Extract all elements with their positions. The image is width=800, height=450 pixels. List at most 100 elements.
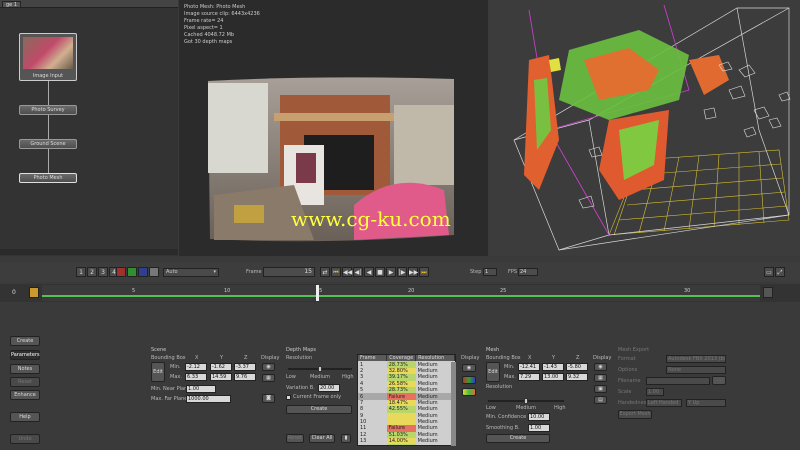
options-select[interactable]: None [666,366,726,374]
far-plane-field[interactable]: 1000.00 [186,395,231,403]
mesh-display-wire-icon[interactable]: ▤ [594,396,607,404]
go-start-icon[interactable]: ⏮ [331,267,341,277]
confidence-field[interactable]: 10.00 [528,413,550,421]
export-mesh-button[interactable]: Export Mesh [618,410,652,419]
depth-resolution-slider[interactable] [288,366,352,372]
mesh-display-grid-icon[interactable]: ▦ [594,374,607,382]
depth-reset-button[interactable]: Reset [286,434,304,443]
slider-knob[interactable] [524,398,528,404]
depth-display-gradient-icon[interactable] [462,388,476,396]
mesh-display-eye-icon[interactable]: ◉ [594,363,607,371]
fast-forward-icon[interactable]: ▶▶ [408,267,418,277]
go-end-icon[interactable]: ⏭ [419,267,429,277]
flow-scrollbar[interactable] [0,249,178,255]
slider-knob[interactable] [318,366,322,372]
mesh-resolution-slider[interactable] [488,398,564,404]
scene-min-z[interactable]: -3.37 [234,363,256,371]
range-end-handle[interactable] [763,287,773,298]
blue-channel-button[interactable] [138,267,148,277]
scene-bbox-label: Bounding Box [151,355,186,361]
loop-icon[interactable]: ⇄ [320,267,330,277]
mesh-max-y[interactable]: 13.00 [542,373,564,381]
fps-field[interactable]: 24 [518,268,538,276]
current-frame-checkbox[interactable] [286,395,291,400]
timeline[interactable]: 0 5 10 15 20 25 30 [0,284,800,302]
scene-max-y[interactable]: 14.59 [210,373,232,381]
node-flow-panel[interactable]: ge 1 Image Input Photo Survey Ground Sce… [0,0,178,256]
scene-edit-button[interactable]: Edit [151,362,165,382]
alpha-channel-button[interactable] [149,267,159,277]
mesh-min-x[interactable]: -12.41 [518,363,540,371]
timeline-track[interactable]: 5 10 15 20 25 30 [42,285,760,301]
mesh-edit-button[interactable]: Edit [486,362,500,382]
range-start-handle[interactable] [29,287,39,298]
mesh-display-solid-icon[interactable]: ▣ [594,385,607,393]
scene-display-eye-icon[interactable]: ◉ [262,363,275,371]
node-photo-survey[interactable]: Photo Survey [19,105,77,115]
expand-icon[interactable]: ⤢ [775,267,785,277]
axes-select[interactable]: Left Handed [646,399,682,407]
depth-high-label: High [342,374,354,380]
table-row[interactable]: 1418.30%Medium [358,444,455,445]
undo-button[interactable]: Undo [10,434,40,444]
step-forward-icon[interactable]: |▶ [397,267,407,277]
depth-table-scrollbar[interactable] [451,362,456,446]
playhead[interactable] [316,285,319,301]
rewind-icon[interactable]: ◀◀ [342,267,352,277]
view-button-3[interactable]: 3 [98,267,108,277]
layout-icon[interactable]: ▭ [764,267,774,277]
axes-label: Handedness [618,400,649,406]
scene-display-grid-icon[interactable]: ▦ [262,374,275,382]
step-field[interactable]: 1 [483,268,497,276]
col-coverage[interactable]: Coverage [386,355,417,362]
view-button-1[interactable]: 1 [76,267,86,277]
scale-field[interactable]: 1.00 [646,388,664,396]
create-button[interactable]: Create [10,336,40,346]
format-select[interactable]: Autodesk FBX 2013 (binary) [666,355,726,363]
stop-icon[interactable]: ■ [375,267,385,277]
variation-field[interactable]: 20.00 [318,384,340,392]
depth-display-color-icon[interactable] [462,376,476,384]
scene-min-x[interactable]: -2.12 [185,363,207,371]
parameters-button[interactable]: Parameters [10,350,40,360]
depth-display-eye-icon[interactable]: ◉ [462,364,476,372]
scene-max-x[interactable]: 6.33 [185,373,207,381]
enhance-button[interactable]: Enhance [10,390,40,400]
mesh-create-button[interactable]: Create [486,434,550,443]
watermark: www.cg-ku.com [291,207,451,231]
image-viewer[interactable]: Photo Mesh: Photo Mesh Image source clip… [179,0,488,256]
mesh-max-z[interactable]: 9.32 [566,373,588,381]
smoothing-field[interactable]: 1.00 [528,424,550,432]
node-photo-mesh[interactable]: Photo Mesh [19,173,77,183]
near-plane-field[interactable]: 1.00 [186,385,216,393]
browse-icon[interactable]: … [712,376,726,385]
mesh-max-x[interactable]: 7.29 [518,373,540,381]
view-button-2[interactable]: 2 [87,267,97,277]
play-icon[interactable]: ▶ [386,267,396,277]
step-back-icon[interactable]: ◀| [353,267,363,277]
scene-min-y[interactable]: -1.62 [210,363,232,371]
filename-field[interactable] [646,377,710,385]
yup-select[interactable]: Y Up [686,399,726,407]
help-button[interactable]: Help [10,412,40,422]
camera-icon[interactable]: ◙ [262,394,275,403]
play-back-icon[interactable]: ◀ [364,267,374,277]
mesh-display-label: Display [593,355,612,361]
mesh-min-z[interactable]: -5.80 [566,363,588,371]
delete-icon[interactable]: ▮ [341,434,351,443]
clear-all-button[interactable]: Clear All [309,434,335,443]
frame-field[interactable]: 15 [263,267,315,277]
3d-viewer[interactable] [489,0,800,256]
notes-button[interactable]: Notes [10,364,40,374]
red-channel-button[interactable] [116,267,126,277]
mode-select[interactable]: Auto ▾ [163,268,219,277]
depth-table[interactable]: Frame Coverage Resolution 1 28.73% Medium 2… [357,354,456,446]
scene-max-z[interactable]: 9.76 [234,373,256,381]
flow-tab[interactable]: ge 1 [2,1,22,8]
node-ground-scene[interactable]: Ground Scene [19,139,77,149]
reset-button[interactable]: Reset [10,377,40,387]
mesh-min-y[interactable]: -1.43 [542,363,564,371]
green-channel-button[interactable] [127,267,137,277]
node-image-input[interactable]: Image Input [19,33,77,81]
depth-create-button[interactable]: Create [286,405,352,414]
